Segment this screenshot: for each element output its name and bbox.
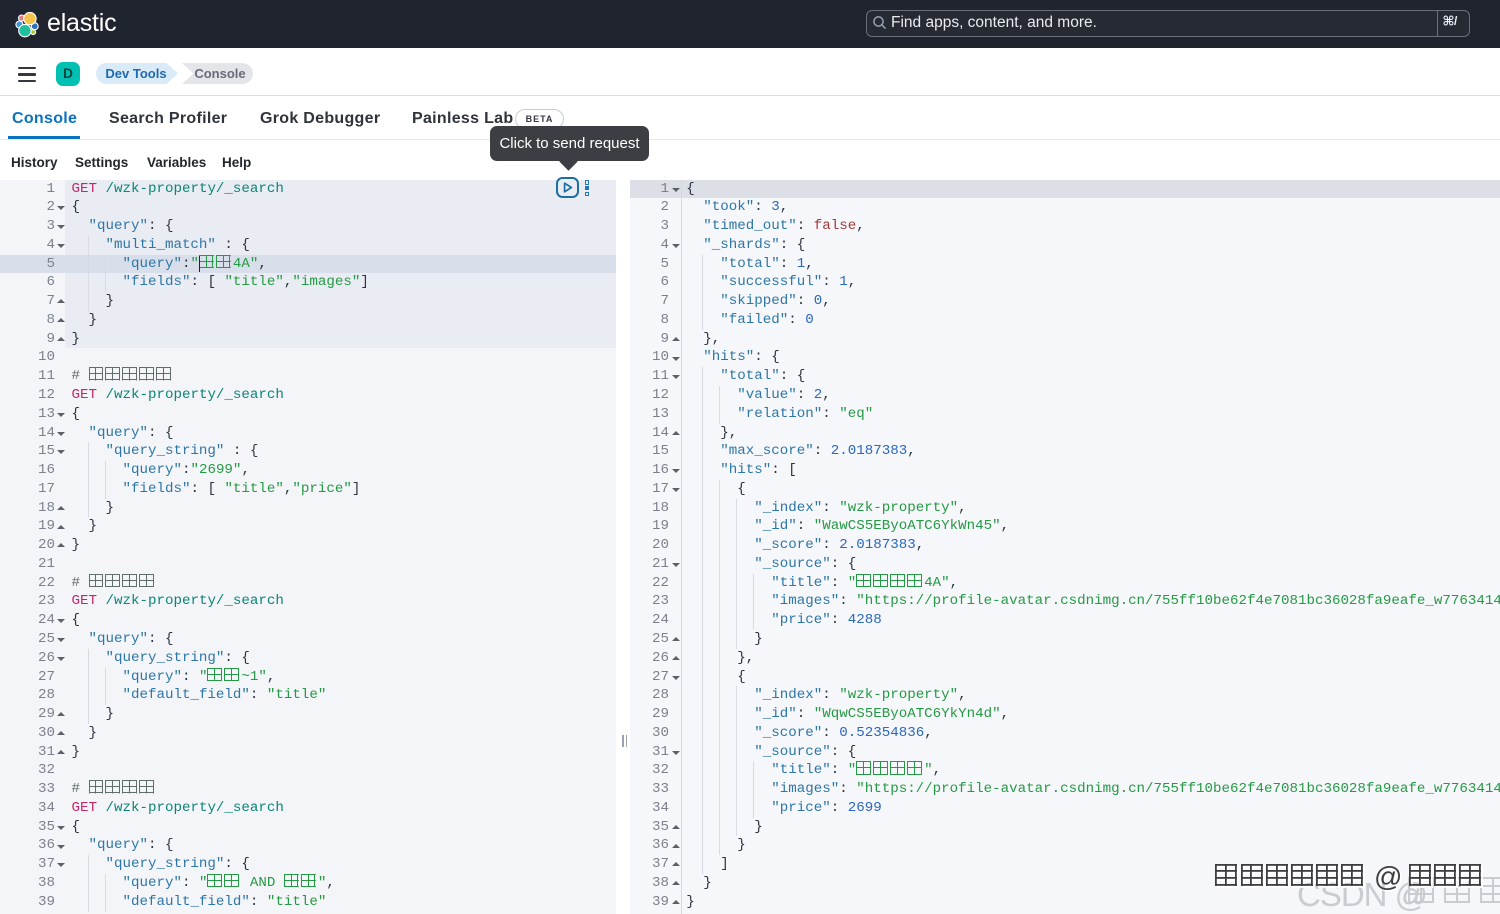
svg-text:Dev Tools: Dev Tools: [105, 66, 166, 81]
svg-text:Console: Console: [194, 66, 245, 81]
